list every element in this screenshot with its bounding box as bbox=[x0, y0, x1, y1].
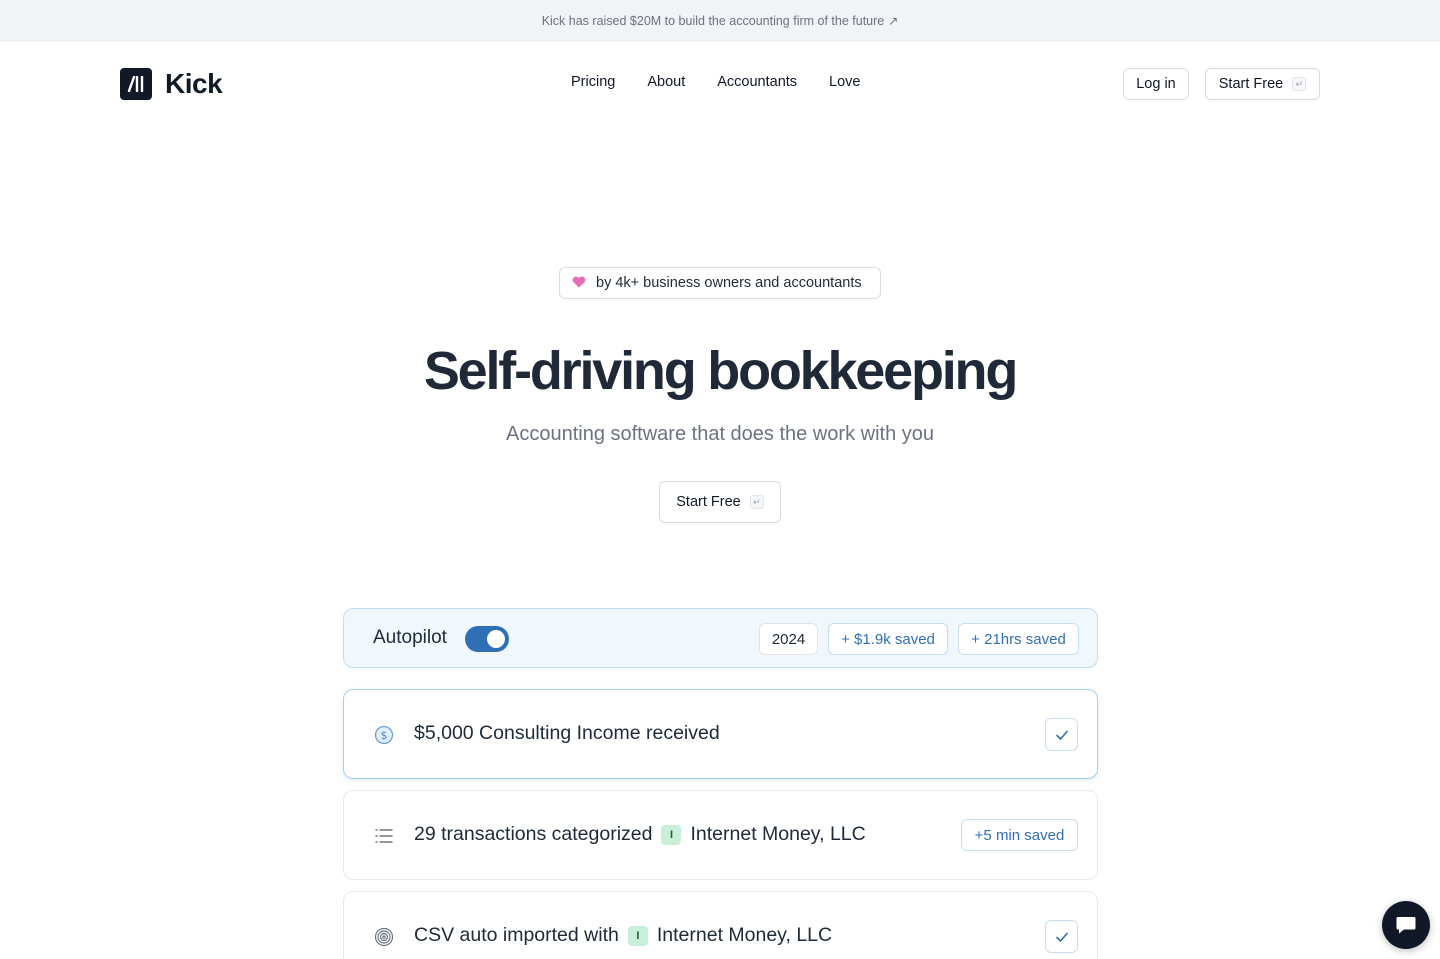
toggle-knob bbox=[487, 630, 505, 648]
login-label: Log in bbox=[1136, 76, 1176, 92]
dollar-circle-icon: $ bbox=[373, 724, 395, 746]
announcement-bar[interactable]: Kick has raised $20M to build the accoun… bbox=[0, 0, 1440, 42]
hero-start-free-button[interactable]: Start Free ↵ bbox=[659, 481, 781, 523]
start-free-label: Start Free bbox=[1218, 76, 1284, 92]
time-saved-pill: +5 min saved bbox=[961, 819, 1078, 851]
nav-link-pricing[interactable]: Pricing bbox=[571, 74, 615, 90]
svg-text:$: $ bbox=[381, 729, 388, 742]
hero-cta-label: Start Free bbox=[676, 494, 741, 510]
fingerprint-icon bbox=[373, 926, 395, 948]
company-tag: I bbox=[627, 925, 648, 946]
chat-bubble-icon bbox=[1396, 917, 1416, 934]
check-icon[interactable] bbox=[1045, 718, 1078, 751]
check-icon[interactable] bbox=[1045, 920, 1078, 953]
enter-key-icon: ↵ bbox=[1292, 77, 1307, 91]
login-button[interactable]: Log in bbox=[1123, 68, 1189, 100]
money-saved-badge: + $1.9k saved bbox=[828, 623, 948, 655]
social-proof-badge: by 4k+ business owners and accountants bbox=[559, 267, 881, 299]
nav-links: Pricing About Accountants Love bbox=[571, 74, 861, 90]
start-free-button[interactable]: Start Free ↵ bbox=[1205, 68, 1320, 100]
badge-text: by 4k+ business owners and accountants bbox=[596, 275, 862, 291]
feed-item[interactable]: $ $5,000 Consulting Income received bbox=[343, 689, 1098, 779]
feed-item-text: $5,000 Consulting Income received bbox=[414, 722, 720, 744]
company-tag: I bbox=[661, 824, 682, 845]
external-arrow-icon: ↗ bbox=[888, 14, 899, 28]
top-nav: Kick Pricing About Accountants Love Log … bbox=[0, 42, 1440, 126]
autopilot-bar: Autopilot 2024 + $1.9k saved + 21hrs sav… bbox=[343, 608, 1098, 668]
year-selector[interactable]: 2024 bbox=[759, 623, 818, 655]
company-name: Internet Money, LLC bbox=[656, 924, 833, 946]
nav-link-love[interactable]: Love bbox=[829, 74, 860, 90]
autopilot-toggle[interactable] bbox=[465, 626, 509, 652]
feed-item[interactable]: CSV auto imported with I Internet Money,… bbox=[343, 891, 1098, 959]
time-saved-badge: + 21hrs saved bbox=[958, 623, 1079, 655]
feed-item-text: CSV auto imported with I Internet Money,… bbox=[414, 924, 833, 946]
hero-subtitle: Accounting software that does the work w… bbox=[505, 423, 934, 445]
announcement-text: Kick has raised $20M to build the accoun… bbox=[541, 14, 885, 28]
list-icon bbox=[373, 825, 395, 847]
feed-item[interactable]: 29 transactions categorized I Internet M… bbox=[343, 790, 1098, 880]
kick-logo-icon bbox=[120, 68, 152, 100]
nav-link-about[interactable]: About bbox=[647, 74, 685, 90]
nav-link-accountants[interactable]: Accountants bbox=[717, 74, 797, 90]
heart-icon bbox=[572, 275, 586, 292]
company-name: Internet Money, LLC bbox=[690, 823, 866, 845]
autopilot-label: Autopilot bbox=[373, 627, 447, 648]
logo[interactable]: Kick bbox=[120, 68, 223, 100]
chat-launcher-button[interactable] bbox=[1382, 901, 1430, 949]
hero-title: Self-driving bookkeeping bbox=[423, 341, 1018, 401]
brand-name: Kick bbox=[165, 68, 223, 99]
enter-key-icon: ↵ bbox=[749, 495, 764, 509]
feed-item-text: 29 transactions categorized I Internet M… bbox=[414, 823, 866, 845]
